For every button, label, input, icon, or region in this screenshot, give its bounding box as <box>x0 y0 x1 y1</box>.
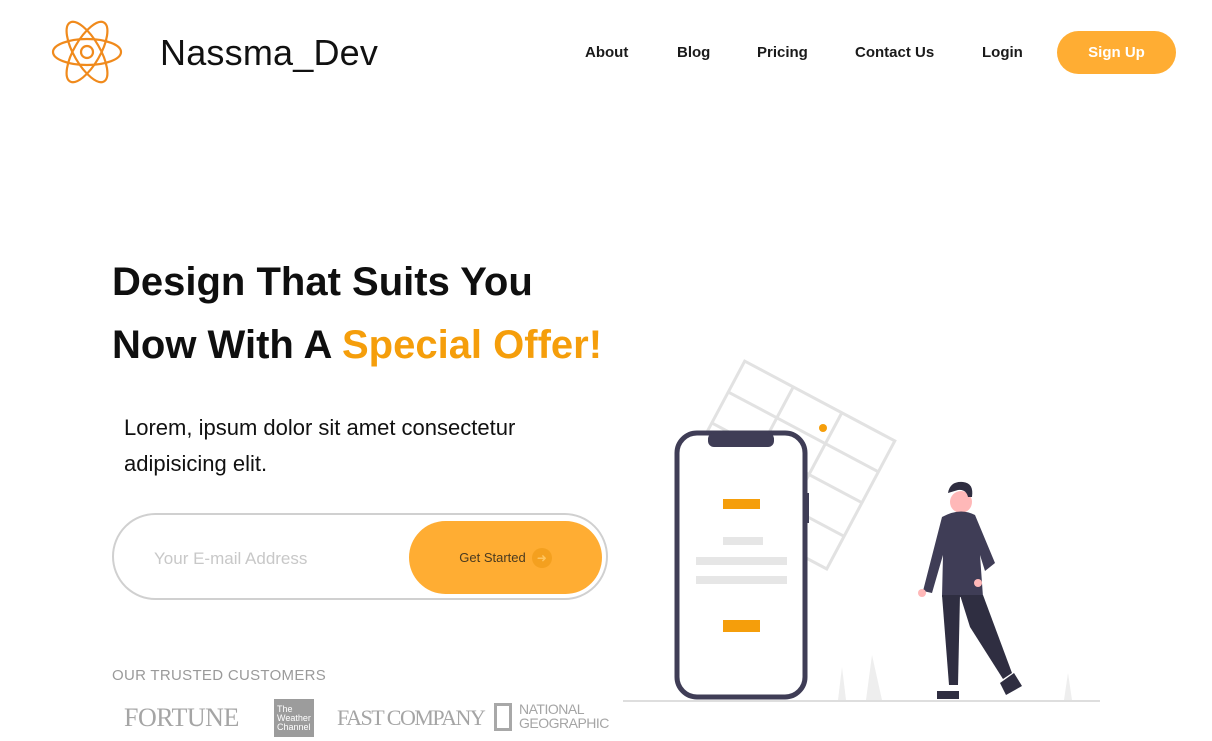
trusted-heading: OUR TRUSTED CUSTOMERS <box>112 667 327 684</box>
hero-title-accent: Special Offer! <box>341 323 603 367</box>
nav-about[interactable]: About <box>585 44 628 61</box>
nav-pricing[interactable]: Pricing <box>757 44 808 61</box>
brand-name[interactable]: Nassma_Dev <box>160 32 378 74</box>
hero-title-prefix: Now With A <box>112 323 342 367</box>
nav-login[interactable]: Login <box>982 44 1023 61</box>
fast-company-logo: FAST COMPANY <box>337 705 486 730</box>
national-geographic-logo: NATIONAL GEOGRAPHIC <box>519 701 609 731</box>
get-started-label: Get Started <box>459 550 526 565</box>
atom-icon[interactable] <box>50 14 124 90</box>
national-geographic-frame-icon <box>494 703 512 731</box>
email-form: Get Started ➜ <box>112 513 608 600</box>
location-dot <box>819 424 827 432</box>
nav-blog[interactable]: Blog <box>677 44 710 61</box>
hero-illustration <box>623 359 1100 702</box>
phone-shape <box>674 430 809 700</box>
hero-title-line2: Now With A Special Offer! <box>112 323 602 368</box>
fortune-logo: FORTUNE <box>124 703 239 732</box>
get-started-button[interactable]: Get Started ➜ <box>409 521 602 594</box>
arrow-right-icon: ➜ <box>531 547 552 568</box>
nav-contact-us[interactable]: Contact Us <box>855 44 934 61</box>
email-input[interactable] <box>152 541 406 577</box>
hero-title-line1: Design That Suits You <box>112 260 533 304</box>
person-shape <box>918 481 1022 699</box>
weather-channel-logo: The Weather Channel <box>274 699 314 737</box>
hero-subtitle: Lorem, ipsum dolor sit amet consectetur … <box>124 415 516 476</box>
signup-button[interactable]: Sign Up <box>1057 31 1176 74</box>
